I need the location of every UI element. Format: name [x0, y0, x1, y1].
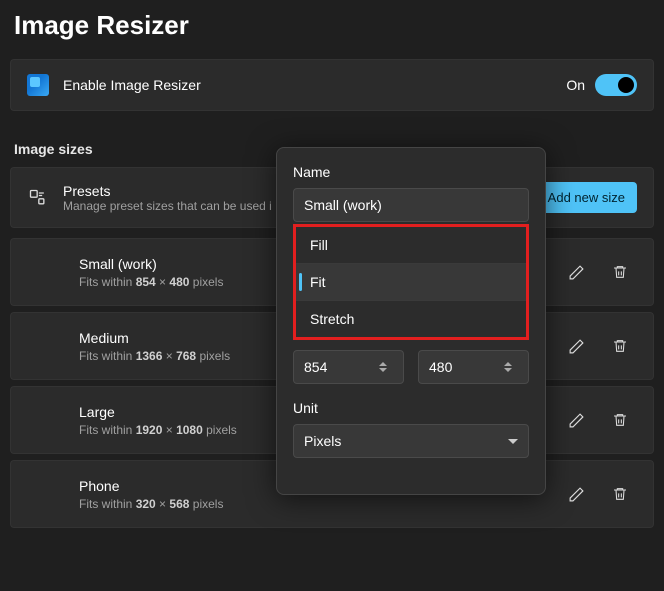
width-spinner[interactable]: [379, 358, 393, 376]
delete-button[interactable]: [603, 403, 637, 437]
delete-button[interactable]: [603, 477, 637, 511]
toggle-state-text: On: [566, 77, 585, 93]
toggle-switch[interactable]: [595, 74, 637, 96]
unit-field-label: Unit: [293, 400, 529, 416]
fit-dropdown-list: Fill Fit Stretch: [293, 224, 529, 340]
size-detail: Fits within 320 × 568 pixels: [79, 497, 549, 511]
edit-button[interactable]: [559, 255, 593, 289]
height-input[interactable]: 480: [418, 350, 529, 384]
edit-button[interactable]: [559, 329, 593, 363]
enable-card: Enable Image Resizer On: [10, 59, 654, 111]
add-new-size-button[interactable]: Add new size: [536, 182, 637, 213]
edit-button[interactable]: [559, 477, 593, 511]
name-input[interactable]: [293, 188, 529, 222]
page-title: Image Resizer: [0, 0, 664, 59]
height-spinner[interactable]: [504, 358, 518, 376]
delete-button[interactable]: [603, 255, 637, 289]
name-field-label: Name: [293, 164, 529, 180]
chevron-down-icon: [508, 439, 518, 444]
delete-button[interactable]: [603, 329, 637, 363]
width-input[interactable]: 854: [293, 350, 404, 384]
presets-icon: [27, 187, 49, 209]
fit-option-stretch[interactable]: Stretch: [296, 300, 526, 337]
fit-option-fit[interactable]: Fit: [296, 263, 526, 300]
fit-option-fill[interactable]: Fill: [296, 227, 526, 263]
edit-size-flyout: Name Fill Fit Stretch 854 480 Unit Pixel…: [276, 147, 546, 495]
enable-label: Enable Image Resizer: [63, 77, 552, 93]
enable-toggle-group[interactable]: On: [566, 74, 637, 96]
image-resizer-icon: [27, 74, 49, 96]
edit-button[interactable]: [559, 403, 593, 437]
unit-select[interactable]: Pixels: [293, 424, 529, 458]
